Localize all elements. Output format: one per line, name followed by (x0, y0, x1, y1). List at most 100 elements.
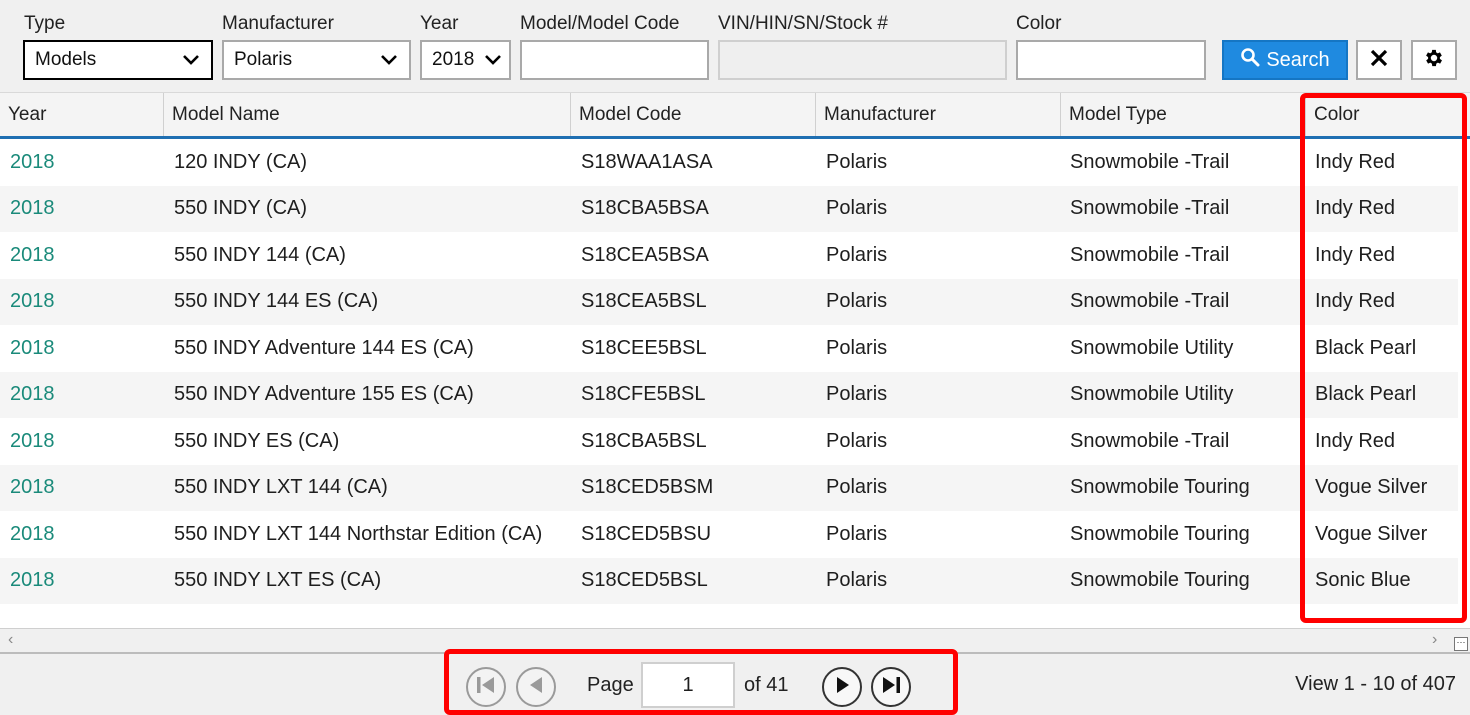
cell-model-type: Snowmobile Touring (1070, 569, 1250, 592)
page-label: Page (587, 674, 634, 696)
cell-year[interactable]: 2018 (10, 279, 55, 326)
cell-year[interactable]: 2018 (10, 511, 55, 558)
type-select[interactable]: Models (23, 40, 213, 80)
cell-model-type: Snowmobile -Trail (1070, 243, 1230, 266)
settings-button[interactable] (1411, 40, 1457, 80)
year-select-value: 2018 (432, 49, 475, 70)
cell-year[interactable]: 2018 (10, 139, 55, 186)
prev-page-button[interactable] (516, 667, 556, 707)
color-label: Color (1016, 13, 1062, 34)
cell-manufacturer: Polaris (826, 243, 888, 266)
manufacturer-select[interactable]: Polaris (222, 40, 411, 80)
cell-model-code: S18CBA5BSA (581, 197, 709, 220)
first-page-button[interactable] (466, 667, 506, 707)
cell-manufacturer: Polaris (826, 429, 888, 452)
clear-button[interactable] (1356, 40, 1402, 80)
table-row[interactable]: 2018 550 INDY (CA) S18CBA5BSA Polaris Sn… (0, 185, 1458, 233)
cell-model-name: 550 INDY LXT ES (CA) (174, 569, 382, 592)
cell-manufacturer: Polaris (826, 569, 888, 592)
cell-year[interactable]: 2018 (10, 558, 55, 605)
cell-year[interactable]: 2018 (10, 232, 55, 279)
table-row[interactable]: 2018 120 INDY (CA) S18WAA1ASA Polaris Sn… (0, 139, 1458, 186)
column-header-year[interactable]: Year (0, 93, 164, 137)
table-row[interactable]: 2018 550 INDY LXT ES (CA) S18CED5BSL Pol… (0, 557, 1458, 605)
last-page-icon (880, 675, 902, 700)
column-header-color[interactable]: Color (1306, 93, 1470, 137)
next-page-icon (833, 675, 851, 700)
cell-model-type: Snowmobile -Trail (1070, 150, 1230, 173)
scroll-left-icon[interactable]: ‹ (8, 631, 13, 649)
cell-color: Indy Red (1315, 429, 1396, 452)
scroll-right-icon[interactable]: › (1432, 631, 1437, 649)
vin-input[interactable] (718, 40, 1007, 80)
cell-model-name: 550 INDY Adventure 155 ES (CA) (174, 383, 474, 406)
cell-model-type: Snowmobile Touring (1070, 522, 1250, 545)
column-header-manufacturer[interactable]: Manufacturer (816, 93, 1061, 137)
cell-manufacturer: Polaris (826, 197, 888, 220)
page-count-label: of 41 (744, 674, 789, 696)
column-header-model-name[interactable]: Model Name (164, 93, 571, 137)
table-row[interactable]: 2018 550 INDY LXT 144 (CA) S18CED5BSM Po… (0, 464, 1458, 512)
grid-header: Year Model Name Model Code Manufacturer … (0, 92, 1470, 139)
cell-model-code: S18CEE5BSL (581, 336, 707, 359)
cell-color: Black Pearl (1315, 336, 1417, 359)
cell-manufacturer: Polaris (826, 383, 888, 406)
table-row[interactable]: 2018 550 INDY LXT 144 Northstar Edition … (0, 511, 1458, 558)
model-code-input[interactable] (520, 40, 709, 80)
table-row[interactable]: 2018 550 INDY 144 ES (CA) S18CEA5BSL Pol… (0, 278, 1458, 326)
cell-model-name: 550 INDY Adventure 144 ES (CA) (174, 336, 474, 359)
cell-manufacturer: Polaris (826, 522, 888, 545)
cell-model-code: S18CED5BSU (581, 522, 712, 545)
type-label: Type (24, 13, 66, 34)
color-input[interactable] (1016, 40, 1206, 80)
manufacturer-select-value: Polaris (234, 49, 293, 70)
cell-model-type: Snowmobile -Trail (1070, 429, 1230, 452)
cell-manufacturer: Polaris (826, 336, 888, 359)
table-row[interactable]: 2018 550 INDY Adventure 144 ES (CA) S18C… (0, 325, 1458, 372)
last-page-button[interactable] (871, 667, 911, 707)
cell-color: Vogue Silver (1315, 476, 1428, 499)
page-number-input[interactable]: 1 (641, 662, 735, 708)
search-button[interactable]: Search (1222, 40, 1348, 80)
cell-model-name: 120 INDY (CA) (174, 150, 308, 173)
horizontal-scrollbar[interactable]: ‹ › ··· (0, 628, 1470, 652)
cell-model-code: S18CFE5BSL (581, 383, 706, 406)
cell-model-code: S18CBA5BSL (581, 429, 707, 452)
cell-color: Indy Red (1315, 290, 1396, 313)
cell-year[interactable]: 2018 (10, 186, 55, 233)
cell-year[interactable]: 2018 (10, 465, 55, 512)
table-row[interactable]: 2018 550 INDY Adventure 155 ES (CA) S18C… (0, 371, 1458, 419)
cell-model-code: S18CEA5BSL (581, 290, 707, 313)
search-icon (1240, 47, 1260, 73)
cell-model-type: Snowmobile Utility (1070, 383, 1234, 406)
manufacturer-label: Manufacturer (222, 13, 334, 34)
column-header-model-code[interactable]: Model Code (571, 93, 816, 137)
cell-year[interactable]: 2018 (10, 325, 55, 372)
cell-model-name: 550 INDY ES (CA) (174, 429, 340, 452)
close-icon (1370, 49, 1388, 72)
column-header-model-type[interactable]: Model Type (1061, 93, 1306, 137)
chevron-down-icon (181, 50, 201, 70)
cell-model-name: 550 INDY LXT 144 (CA) (174, 476, 388, 499)
table-row[interactable]: 2018 550 INDY ES (CA) S18CBA5BSL Polaris… (0, 418, 1458, 465)
cell-year[interactable]: 2018 (10, 418, 55, 465)
cell-manufacturer: Polaris (826, 290, 888, 313)
cell-model-type: Snowmobile -Trail (1070, 290, 1230, 313)
cell-color: Indy Red (1315, 150, 1396, 173)
cell-model-name: 550 INDY 144 ES (CA) (174, 290, 379, 313)
next-page-button[interactable] (822, 667, 862, 707)
table-row[interactable]: 2018 550 INDY 144 (CA) S18CEA5BSA Polari… (0, 232, 1458, 279)
chevron-down-icon (483, 50, 503, 70)
cell-model-name: 550 INDY 144 (CA) (174, 243, 346, 266)
first-page-icon (475, 675, 497, 700)
pager-bar: Page 1 of 41 View 1 - 10 of 407 (0, 652, 1470, 715)
search-button-label: Search (1266, 48, 1330, 71)
cell-year[interactable]: 2018 (10, 372, 55, 419)
grid-body: 2018 120 INDY (CA) S18WAA1ASA Polaris Sn… (0, 139, 1470, 629)
cell-model-type: Snowmobile -Trail (1070, 197, 1230, 220)
more-options-icon[interactable]: ··· (1454, 637, 1468, 651)
cell-model-type: Snowmobile Utility (1070, 336, 1234, 359)
cell-color: Black Pearl (1315, 383, 1417, 406)
year-select[interactable]: 2018 (420, 40, 511, 80)
record-range-text: View 1 - 10 of 407 (1295, 673, 1456, 695)
